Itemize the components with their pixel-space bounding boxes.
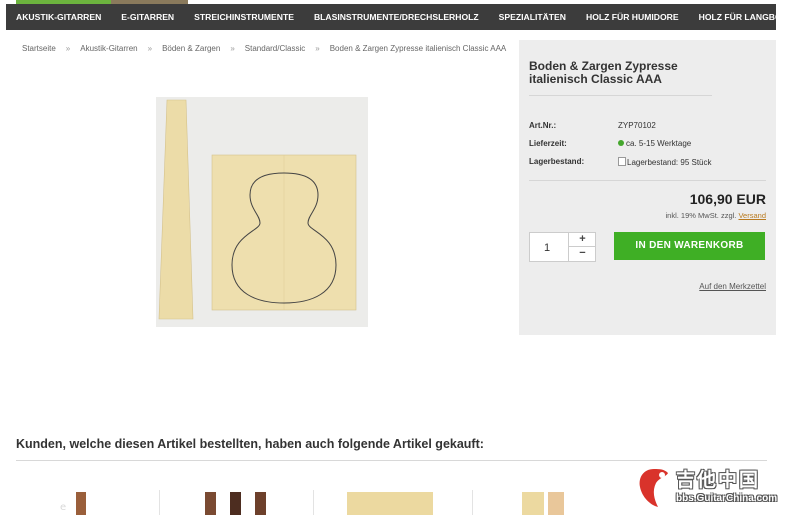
quantity-increase-button[interactable]: + bbox=[568, 233, 596, 247]
related-product-image: e bbox=[60, 492, 86, 515]
related-product-image bbox=[205, 492, 266, 515]
breadcrumb-item-startseite[interactable]: Startseite bbox=[22, 44, 56, 53]
breadcrumb-separator: » bbox=[230, 44, 235, 53]
quantity-decrease-button[interactable]: − bbox=[568, 247, 596, 261]
svg-text:e: e bbox=[60, 502, 66, 513]
thumb-separator bbox=[472, 490, 473, 515]
lobster-logo-icon bbox=[639, 469, 668, 507]
nav-item-spezialitaeten[interactable]: SPEZIALITÄTEN bbox=[499, 12, 566, 22]
breadcrumb-separator: » bbox=[147, 44, 153, 53]
breadcrumb-item-boeden-zargen[interactable]: Böden & Zargen bbox=[162, 44, 220, 53]
article-number-value: ZYP70102 bbox=[618, 121, 656, 130]
related-product-image bbox=[522, 492, 564, 515]
breadcrumb-item-current: Boden & Zargen Zypresse italienisch Clas… bbox=[329, 44, 507, 53]
availability-dot-icon bbox=[618, 140, 624, 146]
nav-item-streichinstrumente[interactable]: STREICHINSTRUMENTE bbox=[194, 12, 294, 22]
related-product-thumb-2[interactable] bbox=[200, 490, 275, 520]
breadcrumb-separator: » bbox=[315, 44, 320, 53]
watermark-title: 吉他中国 bbox=[676, 470, 761, 491]
nav-item-holz-langboegen[interactable]: HOLZ FÜR LANGBÖGEN bbox=[699, 12, 787, 22]
wood-tonewood-illustration bbox=[156, 97, 368, 327]
breadcrumb-item-standard-classic[interactable]: Standard/Classic bbox=[245, 44, 305, 53]
product-image[interactable] bbox=[156, 97, 368, 327]
related-product-thumb-4[interactable] bbox=[520, 490, 570, 520]
wishlist-link[interactable]: Auf den Merkzettel bbox=[699, 282, 766, 291]
product-title: Boden & Zargen Zypresse italienisch Clas… bbox=[529, 59, 678, 86]
related-product-image bbox=[347, 492, 433, 515]
divider bbox=[529, 95, 712, 96]
tax-info: inkl. 19% MwSt. zzgl. Versand bbox=[666, 211, 766, 220]
also-bought-divider bbox=[16, 460, 767, 461]
product-buy-panel: Boden & Zargen Zypresse italienisch Clas… bbox=[519, 40, 776, 335]
main-navigation: AKUSTIK-GITARREN E-GITARREN STREICHINSTR… bbox=[6, 4, 787, 30]
tax-text: inkl. 19% MwSt. zzgl. bbox=[665, 211, 737, 220]
product-price: 106,90 EUR bbox=[689, 191, 766, 207]
stock-label: Lagerbestand: bbox=[529, 157, 585, 166]
nav-item-blasinstrumente[interactable]: BLASINSTRUMENTE/DRECHSLERHOLZ bbox=[314, 12, 479, 22]
thumb-separator bbox=[159, 490, 160, 515]
delivery-time-value-wrap: ca. 5-15 Werktage bbox=[618, 139, 691, 148]
breadcrumb-separator: » bbox=[65, 44, 71, 53]
breadcrumb-item-akustik-gitarren[interactable]: Akustik-Gitarren bbox=[80, 44, 137, 53]
delivery-time-label: Lieferzeit: bbox=[529, 139, 567, 148]
thumb-separator bbox=[313, 490, 314, 515]
also-bought-heading: Kunden, welche diesen Artikel bestellten… bbox=[16, 437, 484, 451]
divider bbox=[529, 180, 766, 181]
watermark: 吉他中国 bbs.GuitarChina.com bbox=[632, 463, 782, 515]
quantity-stepper: 1 + − bbox=[529, 232, 596, 262]
add-to-cart-button[interactable]: IN DEN WARENKORB bbox=[614, 232, 765, 260]
related-product-thumb-1[interactable]: e bbox=[60, 490, 120, 520]
related-product-thumb-3[interactable] bbox=[347, 490, 435, 520]
broken-image-icon bbox=[618, 157, 626, 166]
nav-item-holz-humidore[interactable]: HOLZ FÜR HUMIDORE bbox=[586, 12, 679, 22]
shipping-link[interactable]: Versand bbox=[738, 211, 766, 220]
stock-value: Lagerbestand: 95 Stück bbox=[627, 158, 712, 167]
quantity-input[interactable]: 1 bbox=[544, 242, 550, 254]
delivery-time-value: ca. 5-15 Werktage bbox=[626, 139, 692, 148]
watermark-url: bbs.GuitarChina.com bbox=[676, 493, 778, 504]
nav-item-e-gitarren[interactable]: E-GITARREN bbox=[121, 12, 174, 22]
nav-item-akustik-gitarren[interactable]: AKUSTIK-GITARREN bbox=[16, 12, 101, 22]
article-number-label: Art.Nr.: bbox=[529, 121, 557, 130]
breadcrumb: Startseite » Akustik-Gitarren » Böden & Zarg… bbox=[22, 44, 506, 53]
stock-value-wrap: Lagerbestand: 95 Stück bbox=[618, 157, 712, 167]
